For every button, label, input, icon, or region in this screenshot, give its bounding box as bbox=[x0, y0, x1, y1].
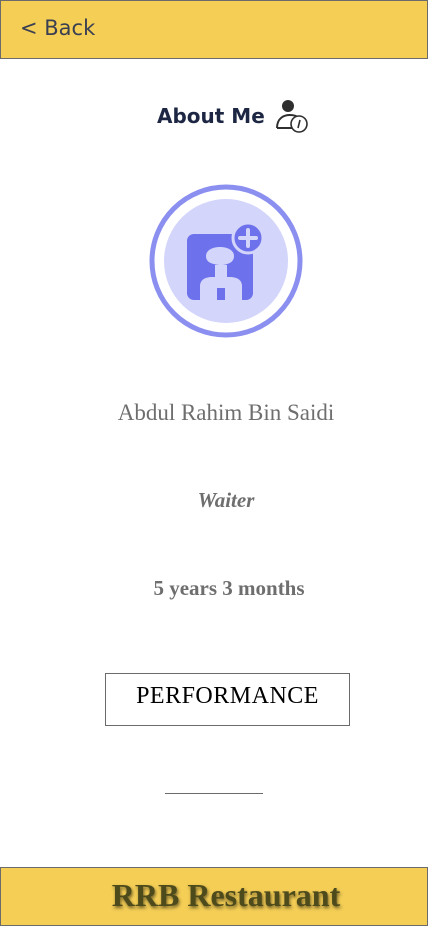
add-profile-photo-icon[interactable] bbox=[149, 184, 303, 338]
back-button[interactable]: < Back bbox=[20, 16, 95, 40]
divider bbox=[165, 793, 263, 794]
performance-button[interactable]: PERFORMANCE bbox=[105, 673, 350, 726]
restaurant-brand: RRB Restaurant bbox=[111, 877, 341, 913]
employee-name: Abdul Rahim Bin Saidi bbox=[117, 400, 335, 425]
employee-role: Waiter bbox=[197, 488, 255, 512]
about-me-title: About Me bbox=[157, 104, 265, 128]
user-info-icon bbox=[276, 100, 308, 133]
employee-tenure: 5 years 3 months bbox=[153, 576, 305, 600]
